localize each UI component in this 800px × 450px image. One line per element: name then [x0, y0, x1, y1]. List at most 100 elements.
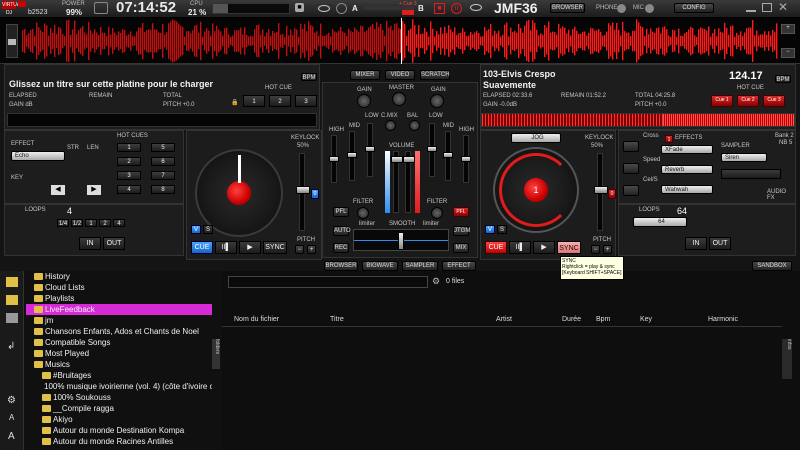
- tree-item[interactable]: Autour du monde Destination Kompa: [26, 425, 212, 436]
- column-header[interactable]: Key: [636, 313, 704, 326]
- config-button[interactable]: CONFIG: [674, 3, 714, 13]
- right-bpm-button[interactable]: BPM: [775, 75, 791, 83]
- fx-btn-3[interactable]: [623, 185, 639, 196]
- mixer-tab-scratch[interactable]: SCRATCH: [420, 70, 450, 80]
- right-hotcue-2[interactable]: Cue 2: [737, 95, 759, 107]
- crossfader[interactable]: [353, 229, 449, 251]
- right-pitch-fader[interactable]: [594, 153, 608, 231]
- left-pitch-minus[interactable]: −: [295, 245, 304, 254]
- left-bpm-button[interactable]: BPM: [301, 73, 317, 81]
- tree-item[interactable]: History: [26, 271, 212, 282]
- tree-item[interactable]: #Bruitages: [26, 370, 212, 381]
- eq-high-left[interactable]: [329, 135, 339, 183]
- tree-item[interactable]: __Compile ragga: [26, 403, 212, 414]
- right-loops-select[interactable]: 64: [633, 217, 687, 227]
- list-icon[interactable]: [6, 313, 18, 323]
- wave-zoom-in[interactable]: +: [781, 24, 795, 34]
- right-sync-button[interactable]: SYNC: [557, 241, 581, 254]
- left-effect-select[interactable]: Echo: [11, 151, 65, 161]
- mix-button[interactable]: MIX: [453, 243, 469, 253]
- right-mini-waveform[interactable]: [481, 113, 795, 127]
- filter-right-knob[interactable]: [431, 207, 443, 219]
- right-pitch-reset[interactable]: 0: [608, 189, 616, 199]
- fx-btn-2[interactable]: [623, 163, 639, 174]
- eye-icon[interactable]: [318, 5, 330, 12]
- rhythm-waveform[interactable]: + −: [0, 18, 800, 64]
- master-knob[interactable]: [392, 92, 406, 106]
- record-icon[interactable]: ■: [295, 3, 304, 12]
- sandbox-button[interactable]: SANDBOX: [752, 261, 792, 271]
- left-loop-in[interactable]: IN: [79, 237, 101, 250]
- filter-left-knob[interactable]: [357, 207, 369, 219]
- hotcue-grid-6[interactable]: 6: [151, 157, 175, 166]
- tree-item[interactable]: jm: [26, 315, 212, 326]
- pfl-left-button[interactable]: PFL: [333, 207, 349, 217]
- fx-slot-indicator[interactable]: 1: [665, 135, 673, 143]
- fx-wahwah-select[interactable]: Wahwah: [661, 185, 713, 194]
- right-cue-button[interactable]: CUE: [485, 241, 507, 254]
- maximize-icon[interactable]: [762, 3, 772, 12]
- left-v-button[interactable]: V: [191, 225, 201, 234]
- jog-mode-select[interactable]: JOG: [511, 133, 561, 143]
- gear-icon[interactable]: ⚙: [432, 276, 440, 287]
- left-loop-out[interactable]: OUT: [103, 237, 125, 250]
- tree-item[interactable]: Chansons Enfants, Ados et Chants de Noel: [26, 326, 212, 337]
- back-icon[interactable]: ↲: [7, 341, 15, 352]
- circle-icon[interactable]: [336, 3, 347, 14]
- tab-effect[interactable]: EFFECT: [442, 261, 476, 271]
- column-header[interactable]: Durée: [558, 313, 592, 326]
- hotcue-grid-8[interactable]: 8: [151, 185, 175, 194]
- bal-knob[interactable]: [409, 120, 420, 131]
- loop-size-button[interactable]: 1/2: [71, 219, 83, 227]
- left-pause-button[interactable]: II▌: [215, 241, 237, 254]
- right-pause-button[interactable]: II▌: [509, 241, 531, 254]
- column-header[interactable]: Titre: [326, 313, 492, 326]
- fx-btn-1[interactable]: [623, 141, 639, 152]
- tree-item[interactable]: Compatible Songs: [26, 337, 212, 348]
- right-loop-out[interactable]: OUT: [709, 237, 731, 250]
- mixer-tab-mixer[interactable]: MIXER: [350, 70, 380, 80]
- pause-icon[interactable]: II: [451, 3, 462, 14]
- browser-button[interactable]: BROWSER: [550, 3, 585, 13]
- column-header[interactable]: Nom du fichier: [222, 313, 326, 326]
- phone-knob[interactable]: [617, 4, 626, 13]
- zoom-slider[interactable]: [6, 24, 18, 58]
- loop-size-button[interactable]: 1/4: [57, 219, 69, 227]
- left-play-button[interactable]: ▶: [239, 241, 261, 254]
- fx-reverb-select[interactable]: Reverb: [661, 165, 713, 174]
- column-header[interactable]: Artist: [492, 313, 558, 326]
- eq-mid-right[interactable]: [443, 131, 453, 181]
- left-cue-button[interactable]: CUE: [191, 241, 213, 254]
- fx-xfade-select[interactable]: XFade: [661, 145, 713, 154]
- left-mini-waveform[interactable]: [7, 113, 317, 127]
- loop-size-button[interactable]: 1: [85, 219, 97, 227]
- loop-size-button[interactable]: 4: [113, 219, 125, 227]
- folder-tree[interactable]: History Cloud Lists Playlists LiveFeedback j…: [26, 271, 212, 450]
- hotcue-grid-4[interactable]: 4: [117, 185, 141, 194]
- tree-item[interactable]: Musics: [26, 359, 212, 370]
- gain-left-knob[interactable]: [357, 94, 371, 108]
- lock-icon[interactable]: 🔒: [231, 99, 238, 106]
- tree-item[interactable]: LiveFeedback: [26, 304, 212, 315]
- pfl-right-button[interactable]: PFL: [453, 207, 469, 217]
- folders-tab[interactable]: folders: [212, 339, 220, 369]
- jtgm-button[interactable]: JTGM: [453, 226, 470, 236]
- key-up-button[interactable]: ▶: [87, 185, 101, 195]
- right-jog-wheel[interactable]: 1: [493, 147, 579, 233]
- tree-item[interactable]: 100% musique ivoirienne (vol. 4) (côte d…: [26, 381, 212, 392]
- right-pitch-plus[interactable]: +: [603, 245, 612, 254]
- mic-knob[interactable]: [645, 4, 654, 13]
- sampler-select[interactable]: Siren: [721, 153, 767, 162]
- eq-mid-left[interactable]: [347, 131, 357, 181]
- search-input[interactable]: [228, 276, 428, 288]
- tab-browser[interactable]: BROWSER: [324, 261, 358, 271]
- tree-item[interactable]: Akiyo: [26, 414, 212, 425]
- right-play-button[interactable]: ▶: [533, 241, 555, 254]
- column-header[interactable]: Bpm: [592, 313, 636, 326]
- eq-low-left[interactable]: [365, 123, 375, 177]
- stop-icon[interactable]: ■: [434, 3, 445, 14]
- tab-sampler[interactable]: SAMPLER: [402, 261, 438, 271]
- cmix-knob[interactable]: [385, 120, 396, 131]
- tab-bigwave[interactable]: BIGWAVE: [362, 261, 398, 271]
- tree-item[interactable]: Most Played: [26, 348, 212, 359]
